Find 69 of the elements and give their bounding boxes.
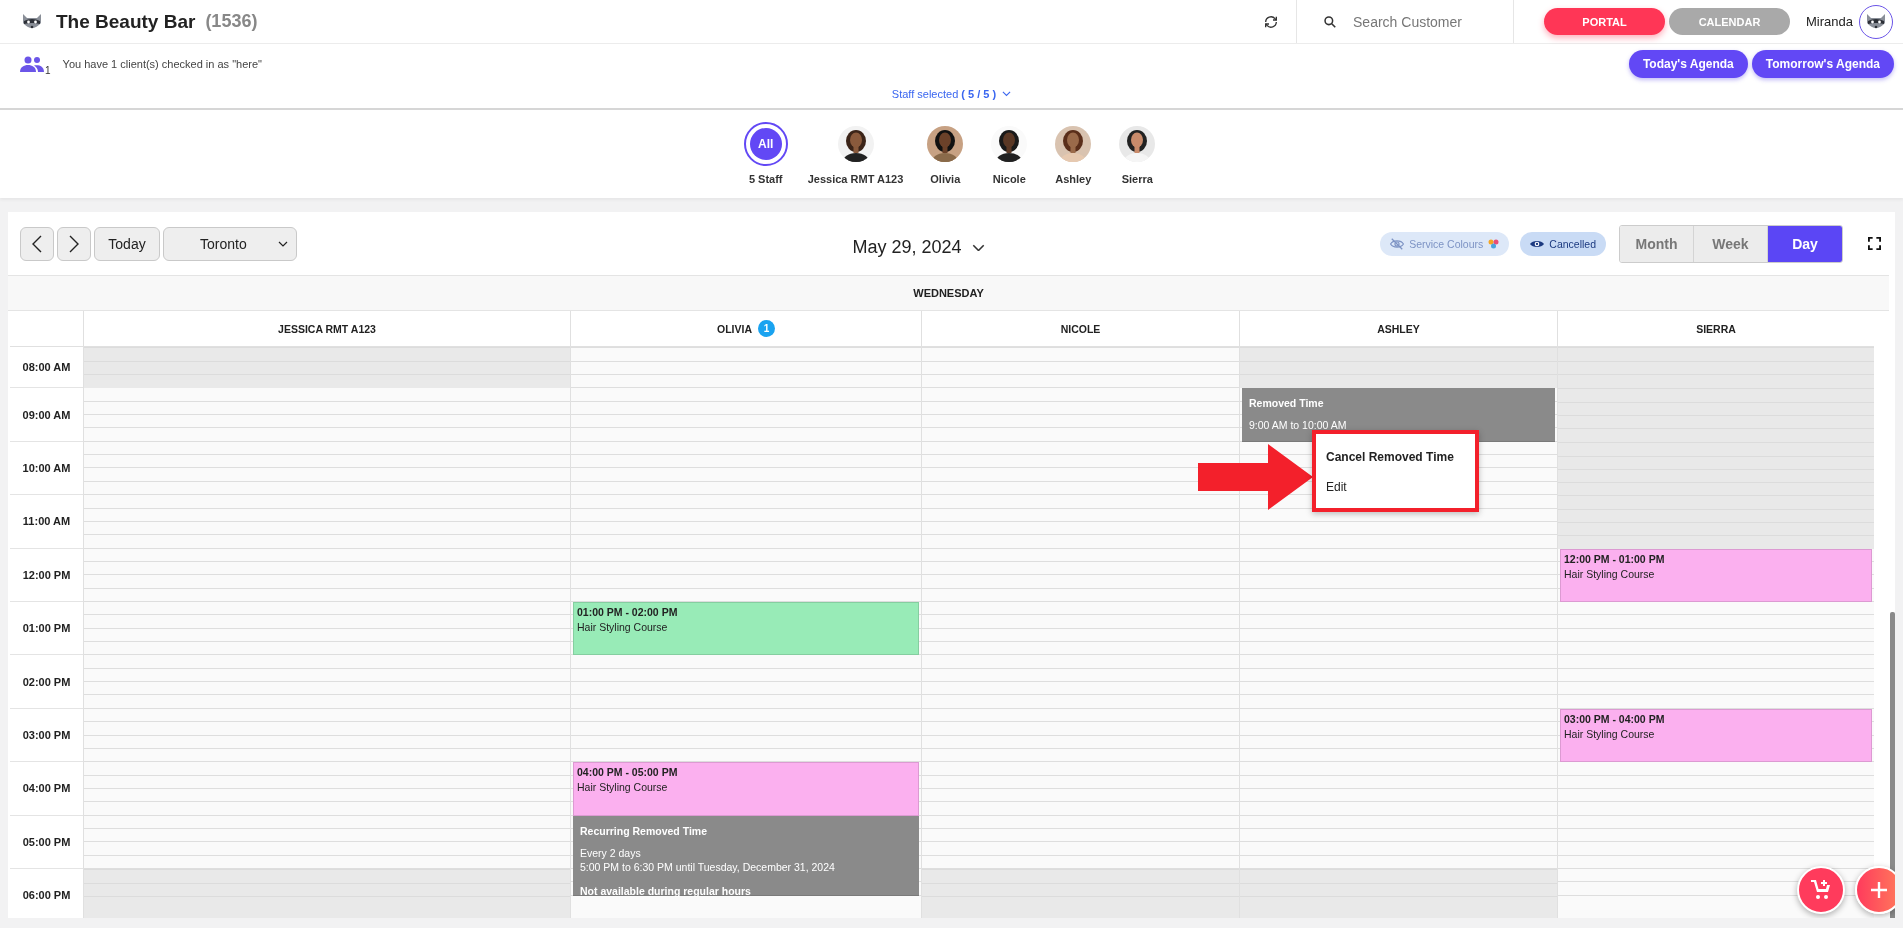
today-button[interactable]: Today: [94, 226, 160, 261]
app-title: The Beauty Bar: [56, 10, 196, 33]
next-button[interactable]: [57, 226, 91, 261]
eye-icon: [1530, 238, 1545, 249]
removed-time-detail: Every 2 days: [580, 846, 642, 859]
staff-column-name: NICOLE: [1060, 322, 1101, 335]
user-avatar[interactable]: [1859, 4, 1893, 39]
appointment-title: Hair Styling Course: [1564, 567, 1656, 580]
appointment-card[interactable]: 12:00 PM - 01:00 PM Hair Styling Course: [1560, 548, 1872, 602]
appointment-card[interactable]: 01:00 PM - 02:00 PM Hair Styling Course: [573, 602, 919, 656]
staff-column-name: OLIVIA: [717, 322, 752, 335]
appointment-card[interactable]: 04:00 PM - 05:00 PM Hair Styling Course: [573, 762, 919, 816]
chevron-left-icon: [32, 234, 42, 253]
menu-item[interactable]: Edit: [1316, 471, 1357, 502]
menu-item[interactable]: Cancel Removed Time: [1316, 441, 1464, 472]
chevron-down-icon: [971, 243, 985, 252]
fullscreen-icon[interactable]: [1868, 237, 1881, 250]
agenda-button[interactable]: Today's Agenda: [1628, 50, 1748, 78]
previous-button[interactable]: [20, 226, 54, 261]
appointment-time: 12:00 PM - 01:00 PM: [1564, 552, 1666, 565]
agenda-button[interactable]: Tomorrow's Agenda: [1751, 50, 1894, 78]
removed-time-detail: 5:00 PM to 6:30 PM until Tuesday, December 31, 2024: [580, 860, 836, 873]
staff-name[interactable]: 5 Staff: [748, 173, 783, 185]
view-tab[interactable]: Week: [1694, 225, 1768, 262]
view-tab[interactable]: Day: [1768, 225, 1842, 262]
chevron-down-icon: [278, 240, 288, 247]
appointment-time: 03:00 PM - 04:00 PM: [1564, 712, 1666, 725]
search-icon: [1323, 14, 1338, 29]
chevron-down-icon: [1002, 91, 1012, 97]
staff-name[interactable]: Ashley: [1055, 173, 1092, 185]
count-badge: 1: [758, 320, 775, 337]
palette-icon: [1488, 238, 1500, 249]
appointment-time: 01:00 PM - 02:00 PM: [577, 606, 679, 618]
eye-slash-icon: [1390, 237, 1405, 250]
staff-column-name: JESSICA RMT A123: [278, 322, 376, 335]
nav-button[interactable]: PORTAL: [1544, 8, 1666, 35]
checked-in-count: 1: [45, 65, 51, 76]
staff-name[interactable]: Jessica RMT A123: [807, 173, 904, 185]
appointment-time: 04:00 PM - 05:00 PM: [577, 766, 679, 779]
staff-name[interactable]: Nicole: [992, 173, 1026, 185]
staff-column-name: SIERRA: [1696, 322, 1736, 335]
checked-in-message: You have 1 client(s) checked in as "here": [62, 58, 262, 70]
staff-selected-link[interactable]: Staff selected ( 5 / 5 ): [891, 88, 997, 100]
removed-time-title: Removed Time: [1249, 397, 1325, 410]
search-field[interactable]: Search Customer: [1351, 12, 1506, 31]
staff-name[interactable]: Olivia: [930, 173, 961, 185]
cart-plus-icon: [1809, 878, 1833, 902]
appointment-title: Hair Styling Course: [577, 621, 669, 633]
user-name: Miranda: [1806, 14, 1853, 29]
weekday-header: WEDNESDAY: [8, 275, 1889, 311]
chevron-right-icon: [69, 234, 79, 253]
view-tab[interactable]: Month: [1620, 225, 1694, 262]
all-staff-avatar[interactable]: All: [743, 122, 788, 166]
appointment-card[interactable]: 03:00 PM - 04:00 PM Hair Styling Course: [1560, 708, 1872, 763]
location-value: Toronto: [200, 235, 247, 252]
removed-time-note: Not available during regular hours: [580, 884, 752, 897]
cancelled-toggle[interactable]: Cancelled: [1520, 231, 1606, 256]
removed-time-title: Recurring Removed Time: [580, 824, 708, 837]
appointment-title: Hair Styling Course: [577, 781, 669, 794]
staff-name[interactable]: Sierra: [1121, 173, 1153, 185]
removed-time-detail: 9:00 AM to 10:00 AM: [1249, 419, 1348, 432]
appointment-title: Hair Styling Course: [1564, 727, 1656, 740]
customer-count: (1536): [205, 11, 258, 32]
plus-icon: [1870, 881, 1888, 899]
staff-column-name: ASHLEY: [1377, 322, 1420, 335]
sync-icon[interactable]: [1263, 13, 1280, 30]
people-icon: [20, 56, 44, 72]
date-label: May 29, 2024: [852, 237, 962, 258]
location-select[interactable]: Toronto: [163, 226, 297, 261]
